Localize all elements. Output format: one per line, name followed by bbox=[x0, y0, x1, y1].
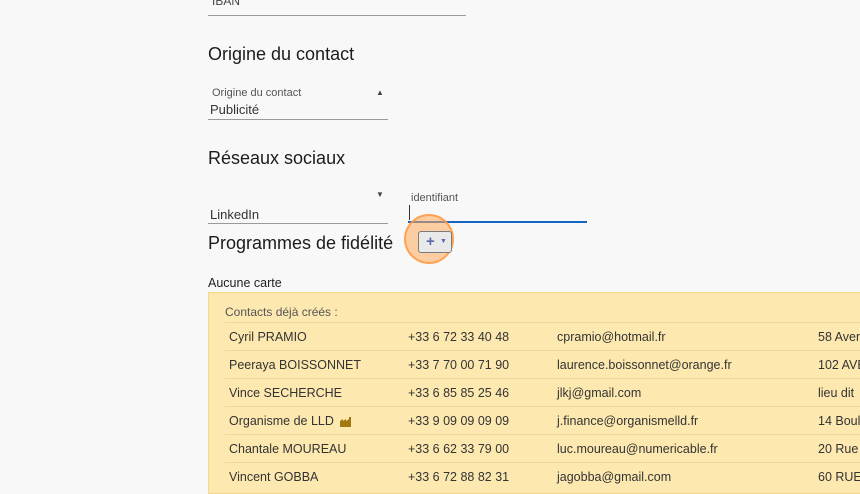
contact-name-cell: Organisme de LLD bbox=[229, 414, 352, 428]
plus-icon: + bbox=[426, 233, 435, 250]
social-network-value: LinkedIn bbox=[210, 207, 260, 222]
text-cursor bbox=[409, 205, 410, 220]
contact-address: lieu dit bbox=[818, 386, 855, 400]
contact-phone: +33 6 72 33 40 48 bbox=[408, 330, 510, 344]
contact-name: Organisme de LLD bbox=[229, 414, 334, 428]
loyalty-section-title: Programmes de fidélité bbox=[208, 233, 394, 253]
loyalty-empty-text: Aucune carte bbox=[208, 276, 282, 290]
origin-select[interactable]: Origine du contact ▲ Publicité bbox=[208, 85, 388, 121]
existing-contacts-panel: Contacts déjà créés : Cyril PRAMIO +33 6… bbox=[208, 292, 860, 494]
contact-email: cpramio@hotmail.fr bbox=[557, 330, 666, 344]
iban-label: IBAN bbox=[212, 0, 241, 8]
contact-name: Chantale MOUREAU bbox=[229, 442, 347, 456]
factory-icon bbox=[339, 416, 351, 427]
contact-address: 58 Aven bbox=[818, 330, 860, 344]
iban-underline[interactable] bbox=[208, 15, 466, 16]
contact-address: 60 RUE bbox=[818, 470, 860, 484]
origin-value: Publicité bbox=[210, 102, 260, 117]
contact-phone: +33 6 72 88 82 31 bbox=[408, 470, 510, 484]
origin-underline bbox=[208, 119, 388, 120]
contact-row[interactable]: Vincent GOBBA +33 6 72 88 82 31 jagobba@… bbox=[225, 462, 860, 490]
contact-phone: +33 6 85 85 25 46 bbox=[408, 386, 510, 400]
contact-name: Peeraya BOISSONNET bbox=[229, 358, 361, 372]
contact-phone: +33 9 09 09 09 09 bbox=[408, 414, 510, 428]
contact-row[interactable]: Organisme de LLD +33 9 09 09 09 09 j.fin… bbox=[225, 406, 860, 434]
chevron-down-icon: ▼ bbox=[440, 238, 447, 245]
origin-section-title: Origine du contact bbox=[208, 44, 355, 64]
contact-email: luc.moureau@numericable.fr bbox=[557, 442, 718, 456]
contact-address: 14 Boul bbox=[818, 414, 860, 428]
contact-email: laurence.boissonnet@orange.fr bbox=[557, 358, 732, 372]
origin-field-label: Origine du contact bbox=[212, 87, 302, 99]
contact-row[interactable]: Cyril PRAMIO +33 6 72 33 40 48 cpramio@h… bbox=[225, 322, 860, 350]
add-loyalty-card-button[interactable]: + ▼ bbox=[418, 231, 452, 253]
social-section-title: Réseaux sociaux bbox=[208, 148, 346, 168]
contact-address: 20 Rue bbox=[818, 442, 859, 456]
contact-name: Cyril PRAMIO bbox=[229, 330, 307, 344]
contact-name: Vince SECHERCHE bbox=[229, 386, 343, 400]
contact-row[interactable]: Vince SECHERCHE +33 6 85 85 25 46 jlkj@g… bbox=[225, 378, 860, 406]
social-network-select[interactable]: ▼ LinkedIn bbox=[208, 190, 388, 224]
caret-down-icon: ▼ bbox=[376, 190, 384, 199]
contact-address: 102 AVE bbox=[818, 358, 860, 372]
contact-row[interactable]: Chantale MOUREAU +33 6 62 33 79 00 luc.m… bbox=[225, 434, 860, 462]
social-identifier-label: identifiant bbox=[411, 192, 459, 204]
contact-email: j.finance@organismelld.fr bbox=[557, 414, 699, 428]
contact-name: Vincent GOBBA bbox=[229, 470, 319, 484]
contact-email: jagobba@gmail.com bbox=[557, 470, 672, 484]
existing-contacts-heading: Contacts déjà créés : bbox=[225, 305, 338, 319]
contact-phone: +33 7 70 00 71 90 bbox=[408, 358, 510, 372]
social-network-underline bbox=[208, 223, 388, 224]
contact-email: jlkj@gmail.com bbox=[557, 386, 642, 400]
contact-row[interactable]: Peeraya BOISSONNET +33 7 70 00 71 90 lau… bbox=[225, 350, 860, 378]
caret-up-icon: ▲ bbox=[376, 88, 384, 97]
contact-phone: +33 6 62 33 79 00 bbox=[408, 442, 510, 456]
